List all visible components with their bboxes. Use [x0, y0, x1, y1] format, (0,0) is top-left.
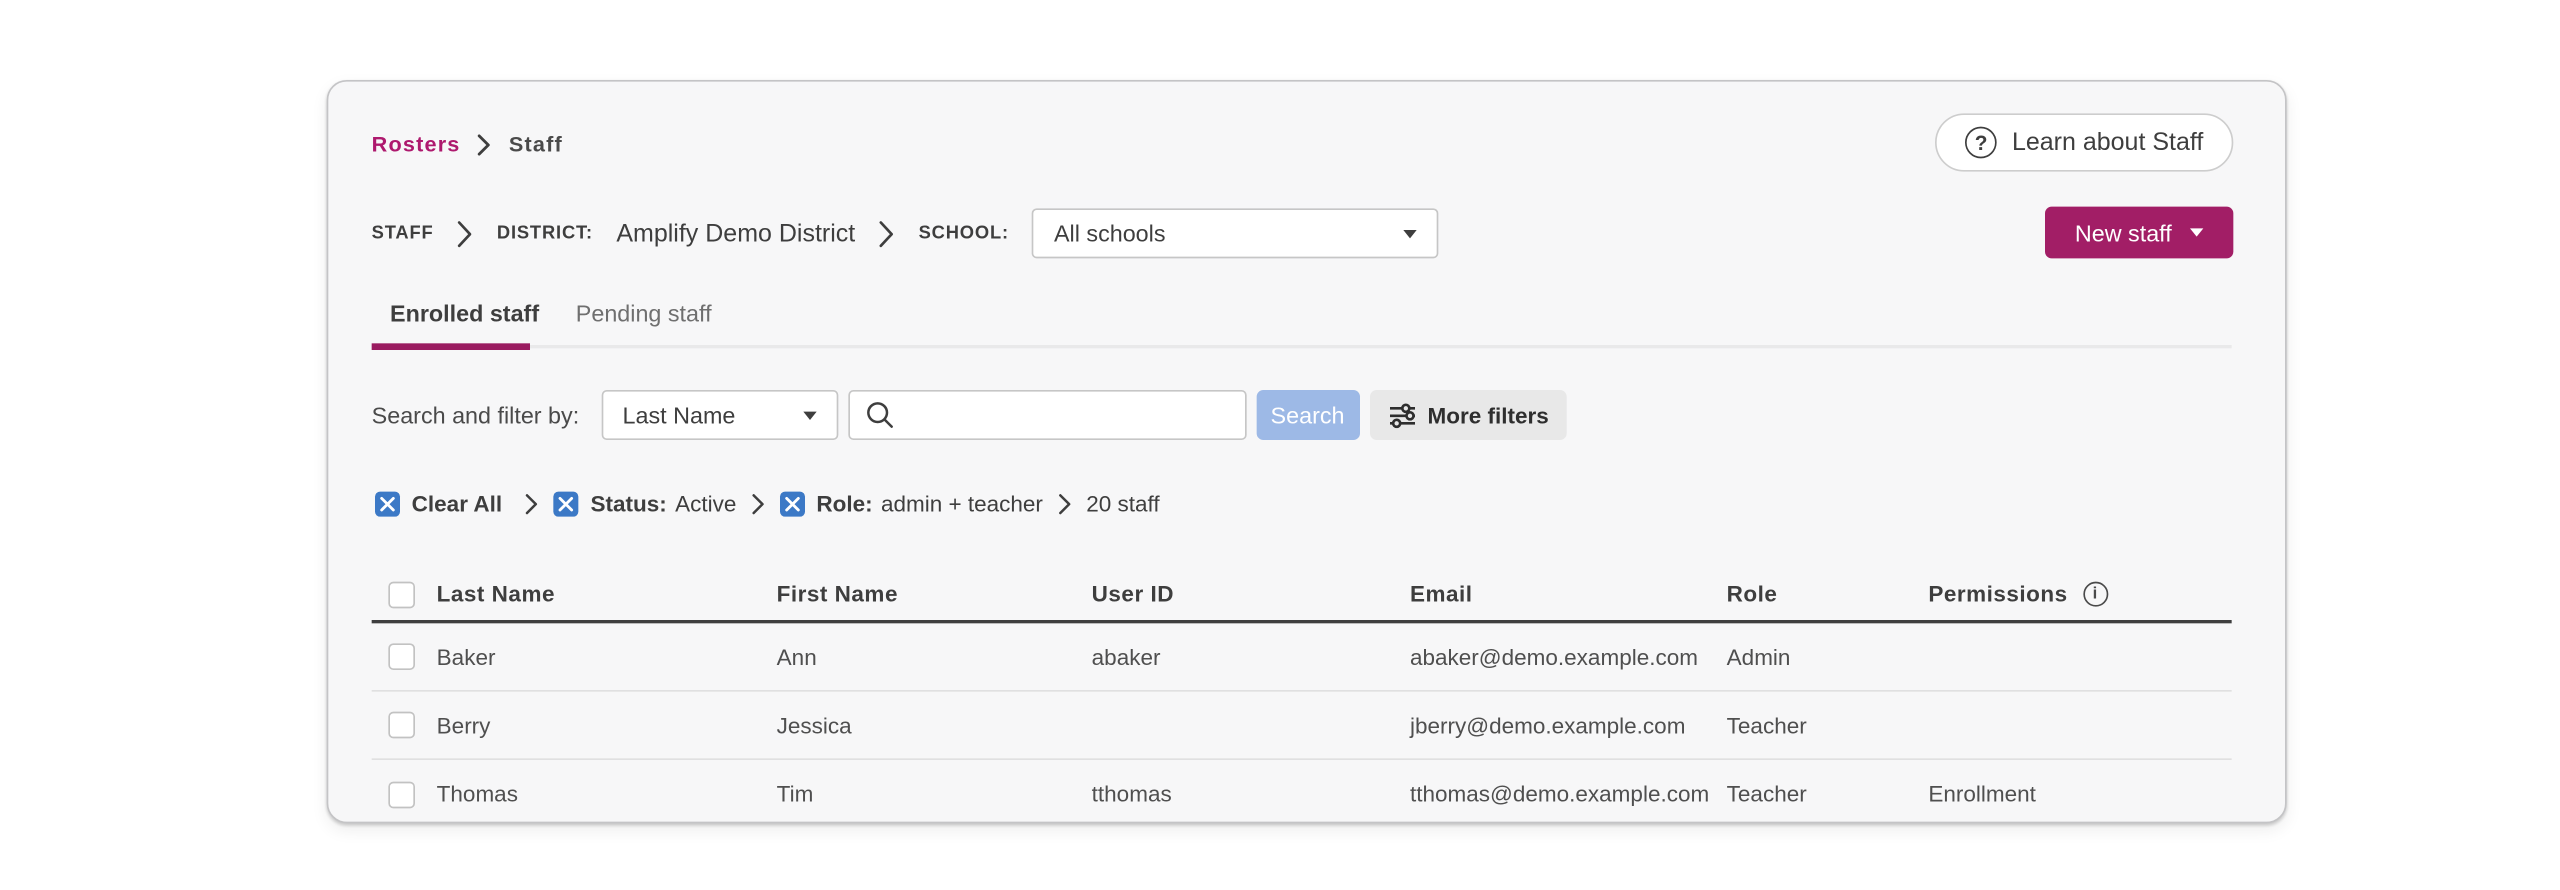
chevron-right-icon: [751, 493, 764, 515]
chevron-right-icon: [879, 219, 896, 247]
search-input[interactable]: [847, 390, 1246, 441]
clear-all-label[interactable]: Clear All: [412, 492, 502, 517]
search-bar: Search and filter by: Last Name Search M…: [371, 390, 1568, 441]
cell-permissions: Enrollment: [1928, 781, 2036, 807]
chevron-right-icon: [1058, 493, 1071, 515]
new-staff-label: New staff: [2074, 219, 2172, 246]
more-filters-button[interactable]: More filters: [1369, 390, 1568, 441]
chevron-right-icon: [457, 219, 474, 247]
column-header-first-name: First Name: [776, 581, 898, 607]
cell-email: tthomas@demo.example.com: [1410, 781, 1710, 807]
search-field-select[interactable]: Last Name: [600, 390, 838, 441]
select-all-checkbox[interactable]: [388, 580, 416, 608]
role-filter-label: Role:: [816, 491, 873, 517]
cell-first-name: Ann: [776, 644, 817, 670]
cell-user-id: tthomas: [1091, 781, 1172, 807]
learn-about-staff-label: Learn about Staff: [2011, 128, 2204, 157]
table-row: Thomas Tim tthomas tthomas@demo.example.…: [372, 760, 2232, 822]
learn-about-staff-button[interactable]: ? Learn about Staff: [1935, 113, 2234, 172]
clear-all-x-button[interactable]: [375, 491, 401, 517]
cell-first-name: Jessica: [776, 712, 852, 738]
tab-divider: [371, 345, 2232, 349]
column-header-last-name: Last Name: [436, 581, 555, 607]
cell-last-name: Thomas: [436, 781, 518, 807]
role-filter-value: admin + teacher: [880, 491, 1043, 517]
cell-role: Admin: [1726, 644, 1791, 670]
cell-last-name: Baker: [436, 644, 496, 670]
cell-email: abaker@demo.example.com: [1410, 644, 1698, 670]
row-checkbox[interactable]: [388, 643, 416, 671]
search-box: [847, 390, 1246, 441]
row-checkbox[interactable]: [388, 780, 416, 808]
table-row: Berry Jessica jberry@demo.example.com Te…: [371, 692, 2232, 761]
column-header-permissions: Permissions: [1928, 581, 2068, 607]
sliders-icon: [1388, 402, 1416, 428]
chevron-right-icon: [525, 493, 538, 515]
role-filter-x-button[interactable]: [779, 491, 805, 517]
district-value: Amplify Demo District: [616, 219, 856, 248]
table-row: Baker Ann abaker abaker@demo.example.com…: [371, 623, 2232, 692]
active-tab-underline: [371, 343, 531, 351]
table-header-row: Last Name First Name User ID Email Role …: [371, 568, 2232, 624]
search-filter-label: Search and filter by:: [371, 401, 580, 429]
breadcrumb: Rosters Staff: [372, 132, 563, 157]
tab-enrolled-staff[interactable]: Enrolled staff: [372, 295, 558, 332]
tab-bar: Enrolled staff Pending staff: [372, 295, 730, 332]
new-staff-button[interactable]: New staff: [2045, 206, 2234, 259]
district-label: DISTRICT:: [496, 223, 593, 244]
column-header-email: Email: [1410, 581, 1473, 607]
breadcrumb-staff: Staff: [508, 131, 563, 157]
column-header-user-id: User ID: [1091, 581, 1174, 607]
search-icon: [864, 400, 894, 438]
page: Rosters Staff ? Learn about Staff STAFF …: [0, 0, 2560, 890]
cell-email: jberry@demo.example.com: [1410, 712, 1686, 738]
school-select-value: All schools: [1053, 220, 1166, 247]
staff-table: Last Name First Name User ID Email Role …: [371, 568, 2232, 822]
caret-down-icon: [1403, 229, 1418, 238]
filter-chips-row: Clear All Status: Active Role: admin + t…: [375, 490, 1160, 518]
column-header-role: Role: [1726, 581, 1778, 607]
status-filter-label: Status:: [590, 491, 667, 517]
staff-count: 20 staff: [1086, 491, 1160, 517]
breadcrumb-rosters-link[interactable]: Rosters: [372, 132, 461, 157]
school-label: SCHOOL:: [918, 223, 1009, 244]
help-icon: ?: [1965, 126, 1997, 159]
caret-down-icon: [802, 410, 816, 420]
context-staff-label: STAFF: [371, 223, 434, 244]
cell-role: Teacher: [1726, 781, 1807, 807]
staff-roster-card: Rosters Staff ? Learn about Staff STAFF …: [326, 80, 2287, 824]
tab-pending-staff[interactable]: Pending staff: [557, 295, 729, 332]
school-select[interactable]: All schools: [1032, 208, 1439, 259]
cell-user-id: abaker: [1091, 644, 1161, 670]
context-bar: STAFF DISTRICT: Amplify Demo District SC…: [371, 208, 1439, 259]
row-checkbox[interactable]: [388, 711, 416, 739]
caret-down-icon: [2190, 228, 2204, 237]
cell-first-name: Tim: [776, 781, 814, 807]
cell-role: Teacher: [1726, 712, 1807, 738]
info-icon[interactable]: i: [2082, 581, 2108, 607]
chevron-right-icon: [477, 133, 492, 156]
status-filter-x-button[interactable]: [553, 491, 579, 517]
search-button[interactable]: Search: [1255, 390, 1360, 441]
cell-last-name: Berry: [436, 712, 491, 738]
search-field-value: Last Name: [622, 401, 736, 429]
more-filters-label: More filters: [1427, 402, 1549, 428]
status-filter-value: Active: [675, 491, 737, 517]
